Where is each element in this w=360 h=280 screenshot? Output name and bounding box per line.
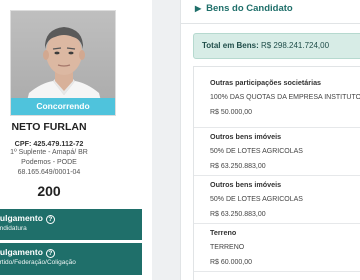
asset-type: Terreno — [210, 228, 237, 237]
candidate-cnpj: 68.165.649/0001-04 — [17, 169, 81, 176]
status-badge: Concorrendo — [11, 98, 115, 115]
assets-panel: ▶ Bens do Candidato Total em Bens: R$ 298… — [180, 0, 360, 280]
judgement-title-text: o julgamento — [0, 247, 43, 257]
candidate-number: 200 — [37, 183, 61, 199]
pin-icon: ▶ — [195, 4, 202, 13]
asset-description: 100% DAS QUOTAS DA EMPRESA INSTITUTO C — [210, 94, 360, 101]
judgement-candidatura-box[interactable]: o julgamento? andidatura — [0, 209, 142, 240]
judgement-title-text: o julgamento — [0, 213, 43, 223]
asset-value: R$ 63.250.883,00 — [210, 163, 266, 170]
judgement-subtitle: artido/Federação/Coligação — [0, 259, 76, 266]
asset-description: TERRENO — [210, 244, 245, 251]
asset-description: 50% DE LOTES AGRICOLAS — [210, 196, 303, 203]
candidate-photo: Concorrendo — [10, 10, 116, 116]
candidate-name: NETO FURLAN — [11, 121, 87, 133]
asset-type: Outros bens imóveis — [210, 180, 282, 189]
asset-value: R$ 63.250.883,00 — [210, 211, 266, 218]
assets-header-text: Bens do Candidato — [206, 3, 293, 14]
candidate-cpf: CPF: 425.479.112-72 — [14, 139, 84, 148]
total-assets-label: Total em Bens: — [202, 41, 259, 50]
candidate-party: Podemos - PODE — [21, 159, 77, 166]
asset-item: Outras participações societárias 100% DA… — [194, 78, 360, 128]
judgement-title: o julgamento? — [0, 246, 132, 258]
asset-description: 50% DE LOTES AGRICOLAS — [210, 148, 303, 155]
candidate-card: Concorrendo NETO FURLAN CPF: 425.479.112… — [0, 0, 152, 280]
judgement-subtitle: andidatura — [0, 225, 27, 232]
judgement-title: o julgamento? — [0, 212, 132, 224]
judgement-partido-box[interactable]: o julgamento? artido/Federação/Coligação — [0, 243, 142, 275]
candidate-cargo: 1º Suplente - Amapá/ BR — [10, 149, 88, 156]
help-icon[interactable]: ? — [45, 215, 55, 224]
asset-item: Terreno TERRENO R$ 60.000,00 — [194, 224, 360, 272]
header-divider — [181, 23, 360, 24]
help-icon[interactable]: ? — [45, 249, 55, 258]
asset-value: R$ 50.000,00 — [210, 109, 253, 116]
total-assets-value: R$ 298.241.724,00 — [260, 41, 330, 50]
asset-value: R$ 60.000,00 — [210, 259, 253, 266]
total-assets-box: Total em Bens: R$ 298.241.724,00 — [193, 33, 360, 59]
assets-header: ▶ Bens do Candidato — [195, 3, 293, 14]
assets-list: Outras participações societárias 100% DA… — [193, 66, 360, 280]
asset-item: Outros bens imóveis 50% DE LOTES AGRICOL… — [194, 176, 360, 224]
asset-type: Outros bens imóveis — [210, 132, 282, 141]
asset-type: Outras participações societárias — [210, 78, 322, 87]
asset-item: Outros bens imóveis 50% DE LOTES AGRICOL… — [194, 128, 360, 176]
